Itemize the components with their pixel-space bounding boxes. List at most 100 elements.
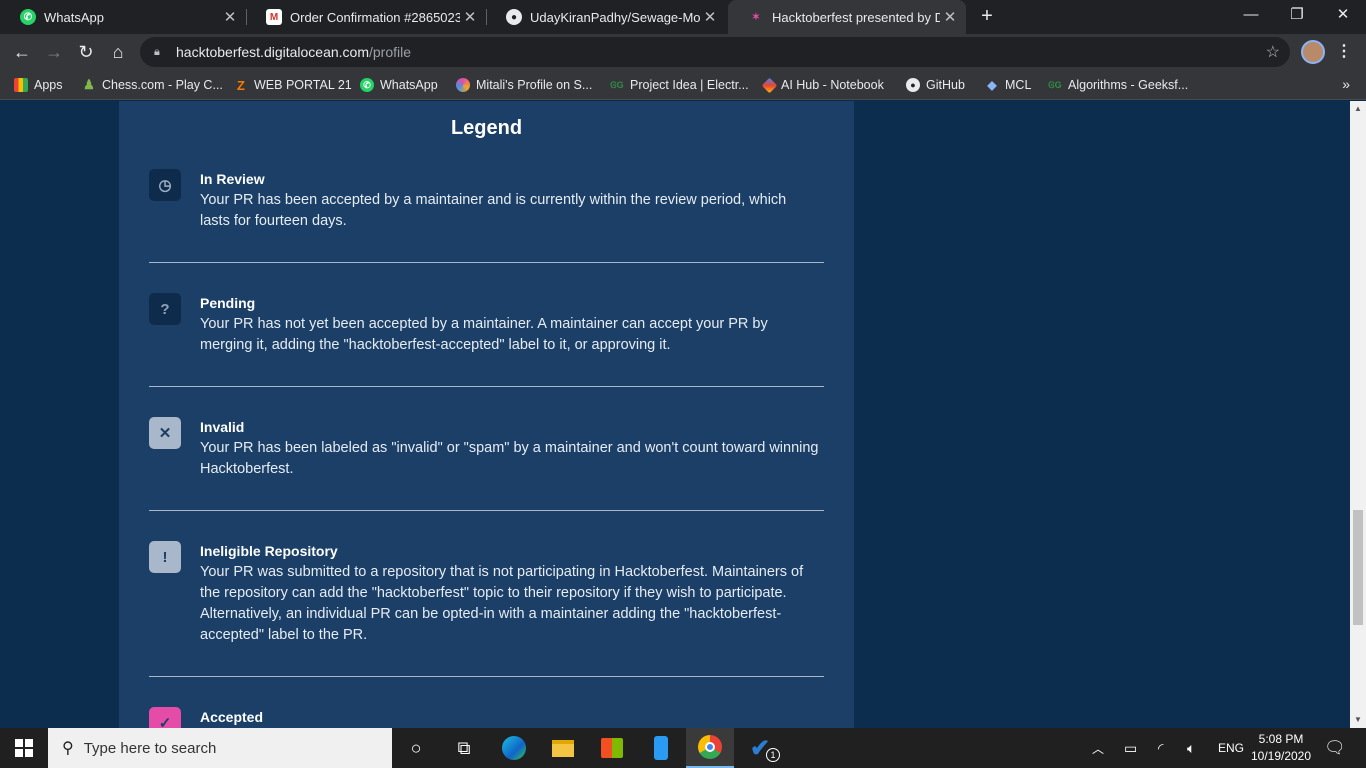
apps-grid-icon	[14, 78, 28, 92]
battery-icon[interactable]: ▭	[1124, 728, 1137, 768]
todo-app-icon[interactable]: ✔ 1	[736, 728, 784, 768]
bookmarks-overflow-icon[interactable]: »	[1342, 76, 1350, 92]
divider	[149, 676, 824, 677]
clock[interactable]: 5:08 PM 10/19/2020	[1244, 731, 1318, 765]
tab-whatsapp[interactable]: ✆ WhatsApp ✕	[0, 0, 246, 34]
legend-item-name: Accepted	[200, 709, 264, 725]
bookmark-label: GitHub	[926, 78, 965, 92]
bookmark-mitali-profile[interactable]: Mitali's Profile on S...	[456, 76, 592, 94]
clock-icon: ◷	[149, 169, 181, 201]
bookmark-label: Project Idea | Electr...	[630, 78, 749, 92]
legend-item-ineligible-repository: ! Ineligible Repository Your PR was subm…	[149, 541, 824, 651]
bookmark-label: AI Hub - Notebook	[781, 78, 884, 92]
scrollbar-thumb[interactable]	[1353, 510, 1363, 625]
phone-app-icon[interactable]	[637, 728, 685, 768]
chrome-icon[interactable]	[686, 728, 734, 768]
scroll-up-arrow-icon[interactable]: ▲	[1350, 101, 1366, 117]
notification-badge: 1	[766, 748, 780, 762]
bookmark-apps[interactable]: Apps	[14, 76, 63, 94]
github-icon: ●	[906, 78, 920, 92]
legend-item-name: Pending	[200, 295, 256, 311]
legend-item-description: Your PR has not yet been accepted by a m…	[200, 316, 768, 353]
legend-item-description: Your PR was submitted to a repository th…	[200, 564, 804, 643]
bookmark-whatsapp[interactable]: ✆ WhatsApp	[360, 76, 438, 94]
bookmark-label: WhatsApp	[380, 78, 438, 92]
windows-start-button[interactable]	[0, 728, 48, 768]
page-scrollbar[interactable]: ▲ ▼	[1350, 101, 1366, 728]
bookmark-chess[interactable]: ♟ Chess.com - Play C...	[82, 76, 223, 94]
home-icon[interactable]: ⌂	[104, 38, 132, 66]
exclamation-icon: !	[149, 541, 181, 573]
divider	[149, 386, 824, 387]
forward-arrow-icon[interactable]: →	[40, 38, 68, 66]
notification-center-icon[interactable]: 🗨︎	[1324, 728, 1346, 768]
minimize-button[interactable]: —	[1228, 0, 1274, 32]
tab-strip: ✆ WhatsApp ✕ M Order Confirmation #28650…	[0, 0, 1366, 34]
divider	[149, 262, 824, 263]
show-hidden-icons-chevron-icon[interactable]: ︿	[1092, 728, 1104, 768]
geeksforgeeks-icon: ᎶG	[1048, 79, 1062, 90]
close-window-button[interactable]: ✕	[1320, 0, 1366, 32]
profile-avatar[interactable]	[1301, 40, 1325, 64]
ai-hub-icon	[761, 77, 778, 93]
bookmark-label: Apps	[34, 78, 63, 92]
legend-item-description: Your PR has been accepted by a maintaine…	[200, 192, 787, 229]
tab-github-repo[interactable]: ● UdayKiranPadhy/Sewage-Monito ✕	[486, 0, 726, 34]
bookmark-algorithms[interactable]: ᎶG Algorithms - Geeksf...	[1048, 76, 1188, 94]
bookmark-label: MCL	[1005, 78, 1032, 92]
address-bar[interactable]: 🔒︎ hacktoberfest.digitalocean.com/profil…	[140, 37, 1290, 67]
menu-kebab-icon[interactable]: ⋮	[1336, 41, 1352, 61]
edge-browser-icon[interactable]	[490, 728, 538, 768]
taskbar-search-box[interactable]: ⚲ Type here to search	[48, 728, 392, 768]
url-host: hacktoberfest.digitalocean.com	[176, 44, 369, 60]
clock-time: 5:08 PM	[1258, 732, 1304, 746]
language-indicator[interactable]: ENG	[1218, 728, 1244, 768]
scroll-down-arrow-icon[interactable]: ▼	[1350, 712, 1366, 728]
bookmark-github[interactable]: ● GitHub	[906, 76, 965, 94]
tab-hacktoberfest[interactable]: ✶ Hacktoberfest presented by Digit ✕	[728, 0, 966, 34]
bookmark-mcl[interactable]: ◆ MCL	[985, 76, 1031, 94]
bookmark-project-idea[interactable]: ᎶG Project Idea | Electr...	[610, 76, 749, 94]
legend-item-accepted: ✓ Accepted	[149, 707, 824, 728]
bookmark-star-icon[interactable]: ☆	[1266, 42, 1280, 62]
restore-button[interactable]: ❐	[1274, 0, 1320, 32]
whatsapp-icon: ✆	[20, 9, 36, 25]
chess-pawn-icon: ♟	[83, 77, 95, 92]
close-icon[interactable]: ✕	[220, 8, 240, 26]
tab-title: UdayKiranPadhy/Sewage-Monito	[530, 9, 700, 25]
bookmark-ai-hub[interactable]: AI Hub - Notebook	[761, 76, 884, 94]
bookmark-web-portal[interactable]: Z WEB PORTAL 21	[234, 76, 352, 94]
close-icon[interactable]: ✕	[940, 8, 960, 26]
github-icon: ●	[506, 9, 522, 25]
legend-item-name: Ineligible Repository	[200, 543, 338, 559]
bookmarks-bar: Apps ♟ Chess.com - Play C... Z WEB PORTA…	[0, 70, 1366, 100]
wifi-icon[interactable]: ◜	[1158, 728, 1163, 768]
lock-icon: 🔒︎	[154, 46, 160, 58]
checkmark-icon: ✓	[149, 707, 181, 728]
close-icon[interactable]: ✕	[460, 8, 480, 26]
tab-title: Order Confirmation #2865023 - I	[290, 9, 460, 25]
back-arrow-icon[interactable]: ←	[8, 38, 36, 66]
x-icon: ✕	[149, 417, 181, 449]
tab-title: Hacktoberfest presented by Digit	[772, 9, 940, 25]
whatsapp-icon: ✆	[360, 78, 374, 92]
microsoft-store-icon[interactable]	[588, 728, 636, 768]
legend-item-invalid: ✕ Invalid Your PR has been labeled as "i…	[149, 417, 824, 487]
volume-muted-icon[interactable]: 🔈︎	[1187, 728, 1195, 768]
new-tab-button[interactable]: +	[976, 4, 998, 28]
tab-order-confirmation[interactable]: M Order Confirmation #2865023 - I ✕	[246, 0, 486, 34]
legend-title: Legend	[450, 117, 523, 139]
legend-item-pending: ? Pending Your PR has not yet been accep…	[149, 293, 824, 363]
reload-icon[interactable]: ↻	[72, 38, 100, 66]
task-view-icon[interactable]: ⧉	[440, 728, 488, 768]
search-placeholder: Type here to search	[83, 739, 217, 757]
file-explorer-icon[interactable]	[539, 728, 587, 768]
cortana-icon[interactable]: ○	[392, 728, 440, 768]
close-icon[interactable]: ✕	[700, 8, 720, 26]
gmail-icon: M	[266, 9, 282, 25]
legend-item-in-review: ◷ In Review Your PR has been accepted by…	[149, 169, 824, 239]
url-path: /profile	[369, 44, 412, 60]
profile-icon	[456, 78, 470, 92]
legend-item-name: Invalid	[200, 419, 245, 435]
hacktoberfest-icon: ✶	[751, 11, 761, 23]
